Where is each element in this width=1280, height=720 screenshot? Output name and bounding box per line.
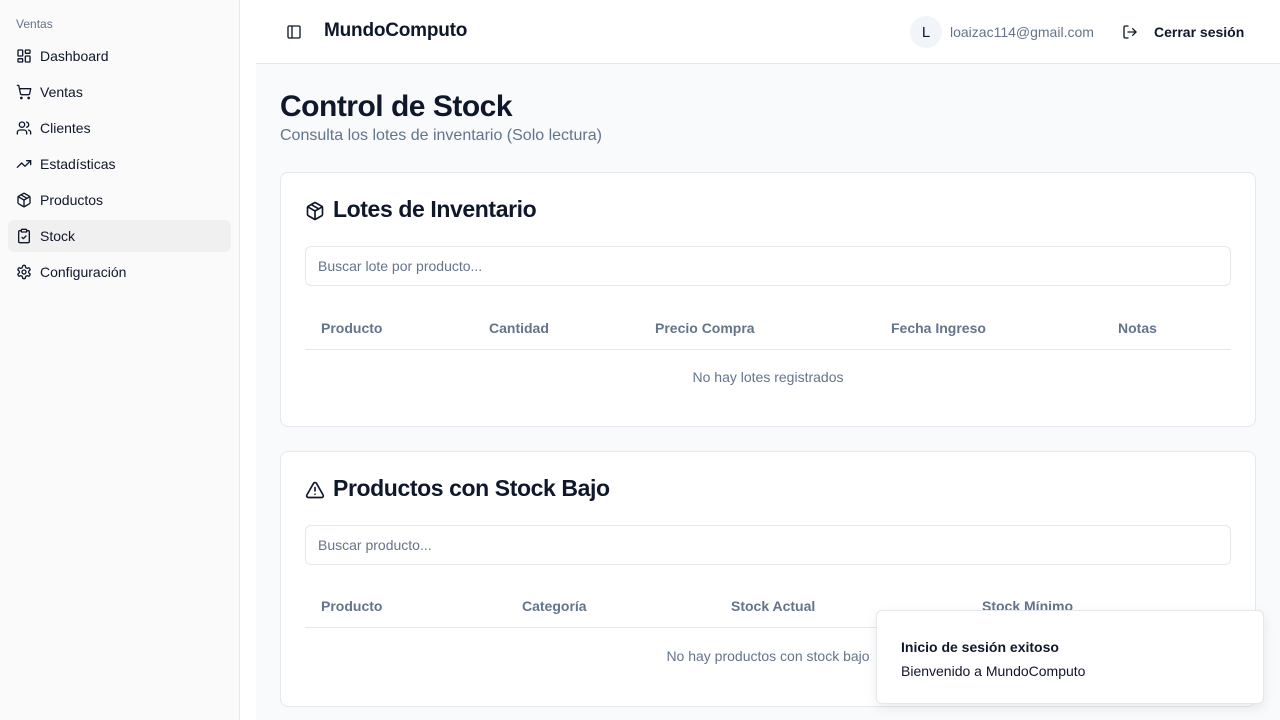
- clipboard-check-icon: [16, 228, 32, 244]
- sidebar-item-label: Clientes: [40, 120, 91, 136]
- column-header: Cantidad: [489, 320, 549, 336]
- column-header: Precio Compra: [655, 320, 755, 336]
- sidebar-group-label: Ventas: [16, 17, 53, 31]
- logout-label: Cerrar sesión: [1154, 24, 1245, 40]
- gear-icon: [16, 264, 32, 280]
- sidebar-item-ventas[interactable]: Ventas: [8, 76, 231, 108]
- sidebar-toggle-button[interactable]: [282, 20, 306, 44]
- sidebar-item-estadisticas[interactable]: Estadísticas: [8, 148, 231, 180]
- card-title: Lotes de Inventario: [305, 196, 537, 223]
- page-subtitle: Consulta los lotes de inventario (Solo l…: [280, 127, 602, 144]
- sidebar-item-label: Configuración: [40, 264, 127, 280]
- log-out-icon: [1122, 24, 1138, 40]
- sidebar-item-label: Stock: [40, 228, 76, 244]
- sidebar-item-dashboard[interactable]: Dashboard: [8, 40, 231, 72]
- sidebar-item-label: Ventas: [40, 84, 83, 100]
- sidebar-item-label: Dashboard: [40, 48, 109, 64]
- column-header: Notas: [1118, 320, 1157, 336]
- sidebar-item-label: Estadísticas: [40, 156, 116, 172]
- column-header: Categoría: [522, 598, 587, 614]
- column-header: Producto: [321, 598, 383, 614]
- toast-description: Bienvenido a MundoComputo: [901, 663, 1086, 679]
- dashboard-icon: [16, 48, 32, 64]
- avatar: L: [910, 16, 942, 48]
- column-header: Fecha Ingreso: [891, 320, 986, 336]
- sidebar-item-configuracion[interactable]: Configuración: [8, 256, 231, 288]
- users-icon: [16, 120, 32, 136]
- card-title-text: Lotes de Inventario: [333, 196, 537, 222]
- warning-icon: [305, 480, 325, 500]
- app-brand: MundoComputo: [324, 20, 468, 41]
- top-header: MundoComputo L loaizac114@gmail.com Cerr…: [256, 0, 1280, 64]
- column-header: Producto: [321, 320, 383, 336]
- page-title: Control de Stock: [280, 90, 513, 123]
- inventory-lots-card: Lotes de Inventario Producto Cantidad Pr…: [280, 172, 1256, 427]
- card-title-text: Productos con Stock Bajo: [333, 475, 610, 501]
- trending-up-icon: [16, 156, 32, 172]
- product-search-input[interactable]: [305, 525, 1231, 565]
- sidebar: Ventas Dashboard Ventas Clientes Estadís…: [0, 0, 240, 720]
- package-icon: [305, 201, 325, 221]
- lot-search-input[interactable]: [305, 246, 1231, 286]
- sidebar-item-productos[interactable]: Productos: [8, 184, 231, 216]
- panel-left-icon: [286, 24, 302, 40]
- toast-title: Inicio de sesión exitoso: [901, 639, 1059, 655]
- package-icon: [16, 192, 32, 208]
- cart-icon: [16, 84, 32, 100]
- sidebar-item-clientes[interactable]: Clientes: [8, 112, 231, 144]
- toast-notification[interactable]: Inicio de sesión exitoso Bienvenido a Mu…: [876, 610, 1264, 704]
- lots-table-header: Producto Cantidad Precio Compra Fecha In…: [305, 306, 1231, 350]
- sidebar-item-stock[interactable]: Stock: [8, 220, 231, 252]
- user-email: loaizac114@gmail.com: [950, 24, 1094, 40]
- column-header: Stock Actual: [731, 598, 816, 614]
- sidebar-item-label: Productos: [40, 192, 104, 208]
- empty-state-message: No hay lotes registrados: [692, 369, 844, 385]
- card-title: Productos con Stock Bajo: [305, 475, 610, 502]
- sidebar-nav: Dashboard Ventas Clientes Estadísticas P…: [8, 40, 231, 292]
- logout-button[interactable]: Cerrar sesión: [1122, 16, 1244, 48]
